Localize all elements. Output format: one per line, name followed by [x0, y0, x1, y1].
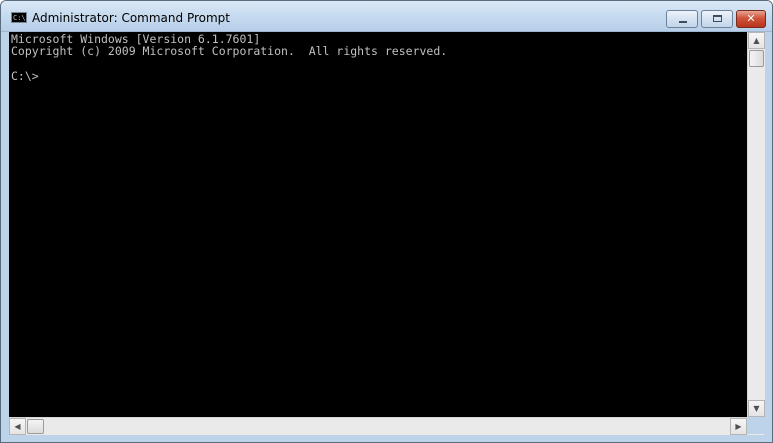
- scroll-up-icon: ▲: [753, 36, 760, 45]
- command-prompt-icon[interactable]: C:\: [11, 12, 27, 23]
- scroll-right-icon: ▶: [735, 422, 742, 431]
- console-prompt: C:\>: [11, 68, 39, 83]
- minimize-button[interactable]: [666, 10, 698, 28]
- scroll-down-button[interactable]: ▼: [748, 400, 765, 417]
- console-text: Microsoft Windows [Version 6.1.7601] Cop…: [9, 32, 747, 83]
- horizontal-scrollbar[interactable]: ◀ ▶: [9, 417, 764, 435]
- vertical-scroll-thumb[interactable]: [749, 50, 764, 67]
- command-prompt-window: C:\ Administrator: Command Prompt ✕ Micr…: [0, 0, 773, 443]
- scroll-right-button[interactable]: ▶: [730, 418, 747, 435]
- minimize-icon: [679, 21, 687, 23]
- maximize-button[interactable]: [701, 10, 733, 28]
- console-output[interactable]: Microsoft Windows [Version 6.1.7601] Cop…: [9, 32, 747, 417]
- close-button[interactable]: ✕: [736, 10, 766, 28]
- app-icon-text: C:\: [13, 14, 26, 22]
- horizontal-scroll-thumb[interactable]: [27, 419, 44, 434]
- close-icon: ✕: [746, 12, 756, 25]
- vertical-scrollbar[interactable]: ▲ ▼: [747, 32, 765, 417]
- scroll-up-button[interactable]: ▲: [748, 32, 765, 49]
- title-bar[interactable]: C:\ Administrator: Command Prompt ✕: [1, 1, 772, 32]
- scroll-left-button[interactable]: ◀: [9, 418, 26, 435]
- window-title: Administrator: Command Prompt: [32, 11, 230, 25]
- console-line: Copyright (c) 2009 Microsoft Corporation…: [11, 44, 448, 59]
- maximize-icon: [713, 15, 722, 22]
- scroll-left-icon: ◀: [14, 422, 21, 431]
- scroll-down-icon: ▼: [753, 404, 760, 413]
- size-grip[interactable]: [747, 417, 764, 434]
